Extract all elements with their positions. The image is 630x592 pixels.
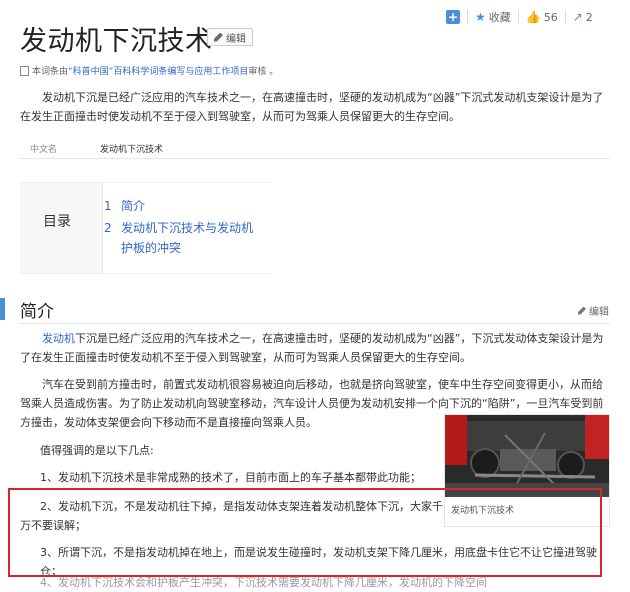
paragraph: 1、发动机下沉技术是非常成熟的技术了，目前市面上的车子基本都带此功能； <box>40 468 440 487</box>
section-title: 简介 <box>20 302 54 322</box>
highlight-annotation-box <box>8 488 602 577</box>
source-link[interactable]: “科普中国”百科科学词条编写与应用工作项目 <box>68 64 248 77</box>
page-toolbar: + ★ 收藏 👍 56 ↗ 2 <box>446 6 593 28</box>
thumbs-up-icon[interactable]: 👍 <box>526 10 541 24</box>
favorite-button[interactable]: 收藏 <box>489 9 511 25</box>
share-count: 2 <box>585 10 593 24</box>
toc-item-label: 发动机下沉技术与发动机 <box>121 221 254 235</box>
page-title: 发动机下沉技术 <box>20 26 213 57</box>
toc-item-intro[interactable]: 1 简介 <box>104 197 145 216</box>
toc-item-conflict[interactable]: 2 发动机下沉技术与发动机 <box>104 219 253 238</box>
basic-info-row: 中文名 发动机下沉技术 <box>20 138 610 159</box>
toc-title: 目录 <box>43 214 71 230</box>
toc-item-number: 2 <box>104 221 112 235</box>
engine-photo[interactable] <box>445 415 609 497</box>
section-divider <box>20 323 610 324</box>
source-suffix: 审核 。 <box>248 67 279 77</box>
pencil-icon <box>214 32 223 42</box>
divider <box>517 10 519 24</box>
divider <box>467 10 468 24</box>
paragraph: 值得强调的是以下几点: <box>40 441 440 460</box>
source-prefix: 本词条由 <box>32 67 69 77</box>
toc-item-conflict-cont[interactable]: 护板的冲突 <box>104 239 181 258</box>
toc-item-number: 1 <box>104 199 112 213</box>
paragraph-text: 值得强调的是以下几点: <box>40 444 154 457</box>
table-of-contents: 目录 1 简介 2 发动机下沉技术与发动机 护板的冲突 <box>20 182 270 274</box>
toc-item-label: 护板的冲突 <box>121 241 182 255</box>
paragraph: 发动机下沉是已经广泛应用的汽车技术之一，在高速撞击时，坚硬的发动机成为“凶器”，… <box>20 329 610 367</box>
summary-paragraph: 发动机下沉是已经广泛应用的汽车技术之一，在高速撞击时，坚硬的发动机成为“凶器”下… <box>20 88 610 126</box>
section-accent-bar <box>0 298 5 320</box>
toc-item-label: 简介 <box>121 199 146 213</box>
paragraph-text: 下沉是已经广泛应用的汽车技术之一，在高速撞击时，坚硬的发动机成为“凶器”，下沉式… <box>20 332 604 364</box>
divider <box>564 10 566 24</box>
share-icon[interactable]: ↗ <box>573 10 583 24</box>
paragraph-text: 1、发动机下沉技术是非常成熟的技术了，目前市面上的车子基本都带此功能； <box>40 471 421 484</box>
star-icon: ★ <box>475 10 486 24</box>
edit-label: 编辑 <box>226 33 246 45</box>
section-edit-label: 编辑 <box>589 307 609 318</box>
section-edit-button[interactable]: 编辑 <box>578 303 609 318</box>
like-count: 56 <box>543 10 558 24</box>
engine-link[interactable]: 发动机 <box>42 332 75 345</box>
document-icon <box>20 65 29 76</box>
add-icon[interactable]: + <box>446 10 460 24</box>
review-source: 本词条由 “科普中国”百科科学词条编写与应用工作项目 审核 。 <box>20 64 278 77</box>
basic-info-key: 中文名 <box>30 145 58 155</box>
basic-info-value: 发动机下沉技术 <box>100 145 164 155</box>
pencil-icon <box>578 306 586 315</box>
edit-button[interactable]: 编辑 <box>207 28 253 46</box>
summary-text: 发动机下沉是已经广泛应用的汽车技术之一，在高速撞击时，坚硬的发动机成为“凶器”下… <box>20 91 604 123</box>
